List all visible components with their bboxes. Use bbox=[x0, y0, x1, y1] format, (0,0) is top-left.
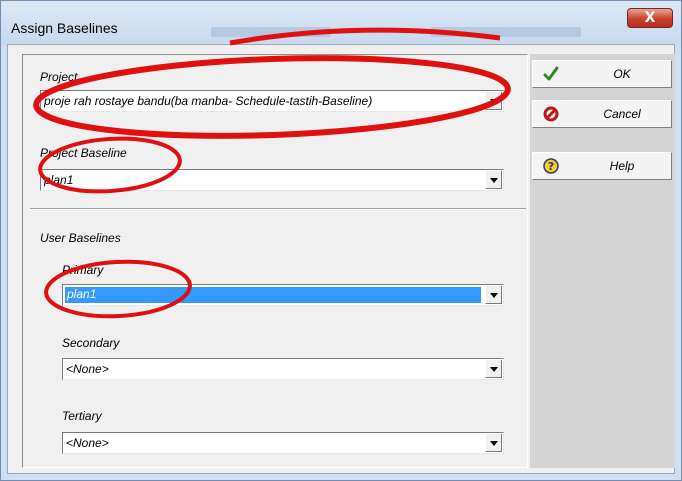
help-label: Help bbox=[609, 159, 635, 173]
tertiary-baseline-select[interactable]: <None> bbox=[62, 432, 504, 454]
tertiary-baseline-value: <None> bbox=[66, 436, 109, 450]
close-icon: X bbox=[644, 10, 656, 26]
cancel-label: Cancel bbox=[603, 107, 641, 121]
project-combo[interactable]: proje rah rostaye bandu(ba manba- Schedu… bbox=[40, 90, 504, 112]
svg-text:?: ? bbox=[548, 160, 554, 173]
secondary-baseline-value: <None> bbox=[66, 362, 109, 376]
chevron-down-icon[interactable] bbox=[485, 286, 502, 304]
help-button[interactable]: ? Help bbox=[532, 152, 672, 180]
close-button[interactable]: X bbox=[627, 8, 673, 28]
divider bbox=[30, 208, 526, 210]
project-value: proje rah rostaye bandu(ba manba- Schedu… bbox=[44, 94, 373, 108]
primary-baseline-select[interactable]: plan1 bbox=[62, 284, 504, 306]
project-baseline-label: Project Baseline bbox=[40, 146, 127, 160]
window-title: Assign Baselines bbox=[11, 20, 118, 36]
ok-button[interactable]: OK bbox=[532, 60, 672, 88]
checkmark-icon bbox=[543, 66, 559, 81]
cancel-icon bbox=[543, 106, 559, 122]
secondary-baseline-select[interactable]: <None> bbox=[62, 358, 504, 380]
chevron-down-icon[interactable] bbox=[485, 434, 502, 452]
baseline-fields-panel bbox=[22, 54, 528, 468]
primary-baseline-value: plan1 bbox=[65, 287, 481, 303]
project-baseline-value: plan1 bbox=[44, 173, 74, 187]
primary-label: Primary bbox=[62, 263, 104, 277]
chevron-down-icon[interactable] bbox=[485, 92, 502, 110]
help-icon: ? bbox=[543, 158, 559, 174]
cancel-button[interactable]: Cancel bbox=[532, 100, 672, 128]
chevron-down-icon[interactable] bbox=[485, 171, 502, 189]
tertiary-label: Tertiary bbox=[62, 409, 102, 423]
chevron-down-icon[interactable] bbox=[485, 360, 502, 378]
background-ghost bbox=[211, 27, 331, 37]
project-baseline-select[interactable]: plan1 bbox=[40, 169, 504, 191]
background-ghost bbox=[431, 27, 581, 37]
title-bar: Assign Baselines X bbox=[1, 1, 681, 45]
project-label: Project bbox=[40, 70, 78, 84]
user-baselines-heading: User Baselines bbox=[40, 231, 121, 245]
secondary-label: Secondary bbox=[62, 336, 120, 350]
ok-label: OK bbox=[613, 67, 631, 81]
